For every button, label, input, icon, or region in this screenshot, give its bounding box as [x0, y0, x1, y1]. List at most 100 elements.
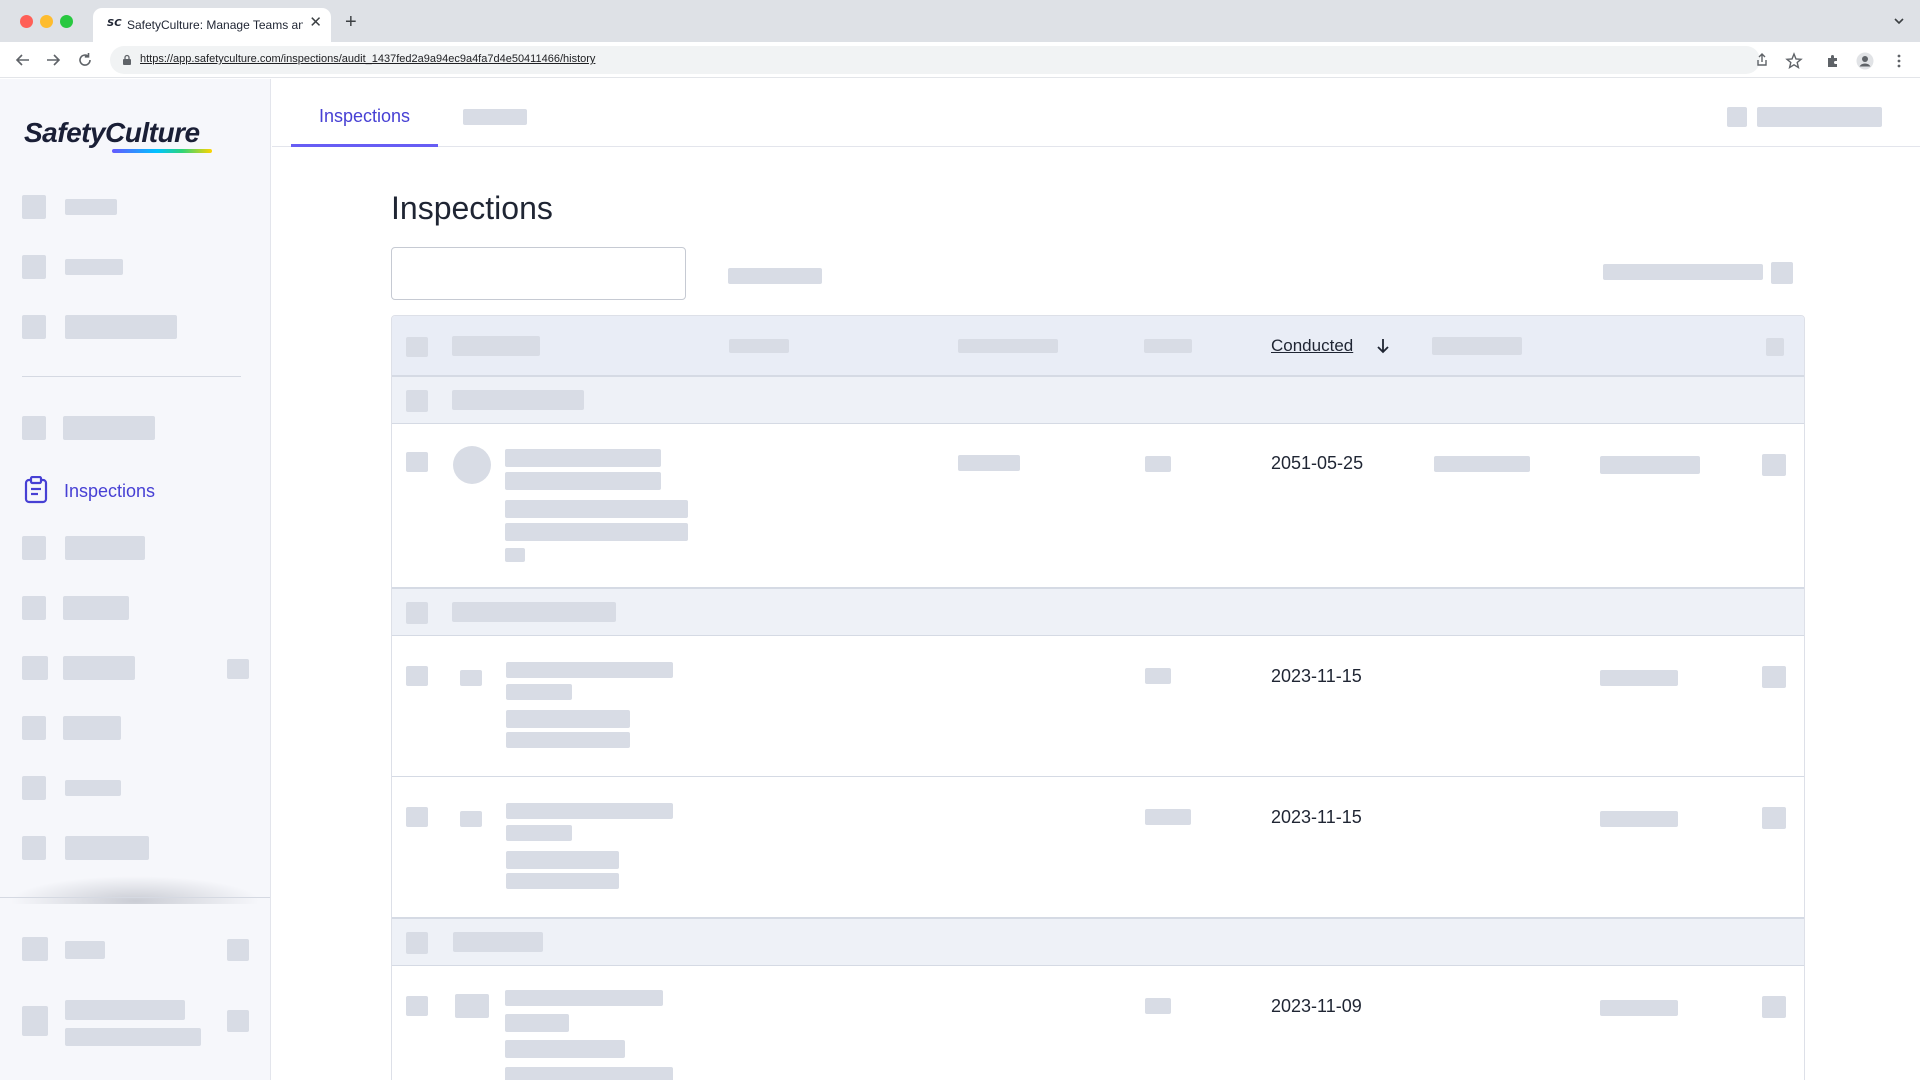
- extensions-puzzle-icon[interactable]: [1824, 52, 1842, 70]
- column-header-conducted[interactable]: Conducted: [1271, 336, 1353, 356]
- chevron-down-icon[interactable]: [1892, 14, 1906, 28]
- column-header-placeholder[interactable]: [958, 339, 1058, 353]
- row-checkbox-placeholder[interactable]: [406, 807, 428, 827]
- sidebar-item-label-placeholder[interactable]: [65, 941, 105, 959]
- header-action-label-placeholder[interactable]: [1757, 107, 1882, 127]
- sidebar-item-inspections[interactable]: Inspections: [20, 473, 250, 509]
- table-row[interactable]: 2023-11-09: [392, 966, 1804, 1080]
- sidebar-item-label-placeholder[interactable]: [63, 656, 135, 680]
- column-header-placeholder[interactable]: [729, 339, 789, 353]
- table-row[interactable]: 2051-05-25: [392, 424, 1804, 588]
- avatar-placeholder: [453, 446, 491, 484]
- sidebar-item-label-placeholder[interactable]: [65, 1000, 185, 1020]
- maximize-window-button[interactable]: [60, 15, 73, 28]
- favicon-icon: SC: [107, 18, 122, 29]
- safetyculture-logo[interactable]: SafetyCulture: [24, 117, 200, 149]
- toolbar-icon-placeholder[interactable]: [1771, 262, 1793, 284]
- row-cell-placeholder: [1145, 998, 1171, 1014]
- sidebar-item-label-placeholder[interactable]: [63, 716, 121, 740]
- search-input[interactable]: [391, 247, 686, 300]
- close-window-button[interactable]: [20, 15, 33, 28]
- table-row[interactable]: 2023-11-15: [392, 636, 1804, 777]
- row-tag-placeholder: [505, 548, 525, 562]
- sidebar-item-label: Inspections: [64, 481, 156, 501]
- sidebar-item-label-placeholder[interactable]: [65, 259, 123, 275]
- group-label-placeholder: [452, 602, 616, 622]
- share-icon[interactable]: [1754, 52, 1770, 68]
- clipboard-icon: [24, 476, 48, 504]
- sidebar-item-icon-placeholder[interactable]: [22, 776, 46, 800]
- header-action-icon-placeholder[interactable]: [1727, 107, 1747, 127]
- table-group-row[interactable]: [392, 376, 1804, 424]
- row-menu-icon-placeholder[interactable]: [1762, 454, 1786, 476]
- column-header-placeholder[interactable]: [452, 336, 540, 356]
- forward-arrow-icon[interactable]: [44, 51, 62, 69]
- row-checkbox-placeholder[interactable]: [406, 452, 428, 472]
- group-checkbox-placeholder[interactable]: [406, 602, 428, 624]
- row-subtitle-placeholder: [506, 825, 572, 841]
- logo-swoosh: [112, 149, 212, 153]
- row-cell-placeholder: [1600, 1000, 1678, 1016]
- row-cell-placeholder: [1145, 668, 1171, 684]
- bookmark-star-icon[interactable]: [1785, 52, 1803, 70]
- row-menu-icon-placeholder[interactable]: [1762, 996, 1786, 1018]
- group-checkbox-placeholder[interactable]: [406, 390, 428, 412]
- sidebar-item-icon-placeholder[interactable]: [22, 416, 46, 440]
- group-checkbox-placeholder[interactable]: [406, 932, 428, 954]
- sidebar-item-icon-placeholder[interactable]: [22, 937, 48, 961]
- row-cell-placeholder: [1600, 811, 1678, 827]
- row-checkbox-placeholder[interactable]: [406, 666, 428, 686]
- sidebar-item-label-placeholder[interactable]: [63, 596, 129, 620]
- sidebar-item-label-placeholder[interactable]: [65, 536, 145, 560]
- sort-descending-arrow-icon[interactable]: [1375, 337, 1391, 355]
- tab-title: SafetyCulture: Manage Teams and ...: [127, 18, 303, 32]
- column-settings-icon-placeholder[interactable]: [1766, 338, 1784, 356]
- sidebar-item-icon-placeholder[interactable]: [22, 836, 46, 860]
- sidebar-item-badge-placeholder: [227, 939, 249, 961]
- select-all-checkbox-placeholder[interactable]: [406, 337, 428, 357]
- table-group-row[interactable]: [392, 588, 1804, 636]
- sidebar-item-icon-placeholder[interactable]: [22, 315, 46, 339]
- top-navigation: Inspections: [272, 79, 1920, 147]
- sidebar-item-icon-placeholder[interactable]: [22, 1006, 48, 1036]
- tab-label: Inspections: [318, 106, 411, 126]
- reload-icon[interactable]: [76, 51, 94, 69]
- sidebar-item-label-placeholder[interactable]: [63, 416, 155, 440]
- filter-button-placeholder[interactable]: [728, 268, 822, 284]
- table-row[interactable]: 2023-11-15: [392, 777, 1804, 918]
- column-header-placeholder[interactable]: [1144, 339, 1192, 353]
- conducted-date: 2023-11-15: [1271, 807, 1362, 827]
- tab-placeholder[interactable]: [463, 109, 527, 125]
- sidebar-item-label-placeholder[interactable]: [65, 1028, 201, 1046]
- row-checkbox-placeholder[interactable]: [406, 996, 428, 1016]
- browser-tab[interactable]: SC SafetyCulture: Manage Teams and ... ✕: [93, 8, 331, 42]
- column-header-placeholder[interactable]: [1432, 337, 1522, 355]
- row-detail-placeholder: [505, 1040, 625, 1058]
- sidebar-item-icon-placeholder[interactable]: [22, 255, 46, 279]
- lock-icon[interactable]: [122, 54, 132, 66]
- profile-avatar-icon[interactable]: [1856, 52, 1874, 70]
- sidebar-item-label-placeholder[interactable]: [65, 836, 149, 860]
- browser-menu-icon[interactable]: [1890, 52, 1908, 70]
- table-group-row[interactable]: [392, 918, 1804, 966]
- row-menu-icon-placeholder[interactable]: [1762, 666, 1786, 688]
- sidebar-item-icon-placeholder[interactable]: [22, 716, 46, 740]
- sidebar-item-icon-placeholder[interactable]: [22, 195, 46, 219]
- row-menu-icon-placeholder[interactable]: [1762, 807, 1786, 829]
- sidebar-item-icon-placeholder[interactable]: [22, 536, 46, 560]
- browser-toolbar: https://app.safetyculture.com/inspection…: [0, 42, 1920, 78]
- row-cell-placeholder: [958, 455, 1020, 471]
- back-arrow-icon[interactable]: [14, 51, 32, 69]
- url-text[interactable]: https://app.safetyculture.com/inspection…: [140, 53, 595, 65]
- toolbar-action-placeholder[interactable]: [1603, 264, 1763, 280]
- sidebar-item-label-placeholder[interactable]: [65, 315, 177, 339]
- tab-inspections[interactable]: Inspections: [291, 79, 438, 147]
- sidebar-item-icon-placeholder[interactable]: [22, 596, 46, 620]
- minimize-window-button[interactable]: [40, 15, 53, 28]
- sidebar-item-label-placeholder[interactable]: [65, 199, 117, 215]
- sidebar-item-icon-placeholder[interactable]: [22, 656, 48, 680]
- new-tab-icon[interactable]: +: [345, 12, 357, 32]
- sidebar-item-label-placeholder[interactable]: [65, 780, 121, 796]
- address-bar[interactable]: https://app.safetyculture.com/inspection…: [110, 46, 1767, 74]
- close-tab-icon[interactable]: ✕: [309, 15, 322, 30]
